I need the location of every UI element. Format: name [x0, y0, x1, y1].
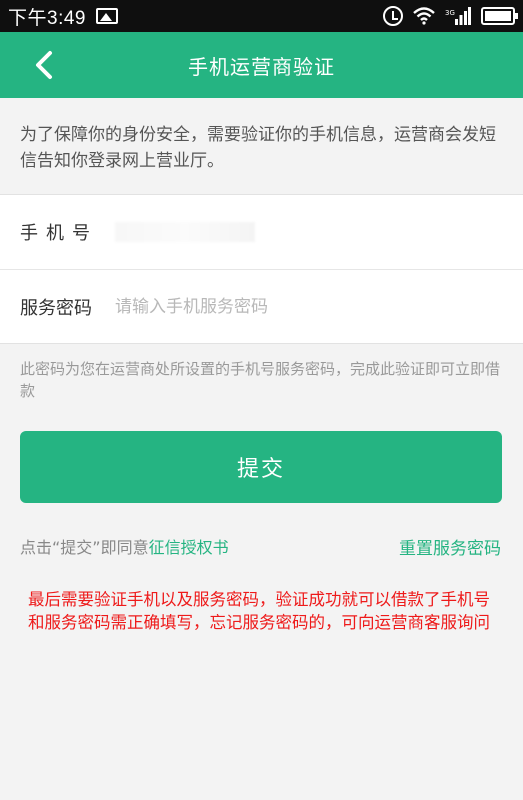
credit-authorization-link[interactable]: 征信授权书 [149, 538, 229, 557]
annotation-text: 最后需要验证手机以及服务密码，验证成功就可以借款了手机号和服务密码需正确填写，忘… [28, 590, 490, 632]
battery-icon [481, 7, 518, 25]
submit-button[interactable]: 提交 [20, 431, 502, 503]
agreement-text: 点击“提交”即同意征信授权书 [20, 534, 229, 558]
phone-label: 手机号 [20, 223, 98, 244]
reset-password-link[interactable]: 重置服务密码 [399, 534, 501, 559]
status-icons: 3G [383, 6, 518, 26]
status-time: 下午3:49 [8, 7, 86, 29]
phone-value-blurred [115, 222, 255, 242]
password-row: 服务密码 [0, 269, 523, 343]
password-hint: 此密码为您在运营商处所设置的手机号服务密码，完成此验证即可立即借款 [20, 360, 501, 400]
alarm-icon [383, 6, 403, 26]
signal-icon: 3G [445, 7, 471, 25]
intro-text: 为了保障你的身份安全，需要验证你的手机信息，运营商会发短信告知你登录网上营业厅。 [20, 125, 496, 171]
status-bar: 下午3:49 3G [0, 0, 523, 32]
page-title: 手机运营商验证 [188, 54, 335, 79]
password-label: 服务密码 [20, 297, 92, 319]
image-notification-icon [95, 8, 118, 24]
chevron-left-icon[interactable] [28, 49, 60, 81]
wifi-icon [413, 7, 435, 25]
network-type: 3G [445, 9, 455, 17]
phone-row: 手机号 [0, 195, 523, 269]
verification-form: 手机号 服务密码 [0, 194, 523, 344]
service-password-input[interactable] [115, 296, 475, 317]
app-bar: 手机运营商验证 [0, 32, 523, 98]
agreement-prefix: 点击“提交”即同意 [20, 538, 149, 557]
